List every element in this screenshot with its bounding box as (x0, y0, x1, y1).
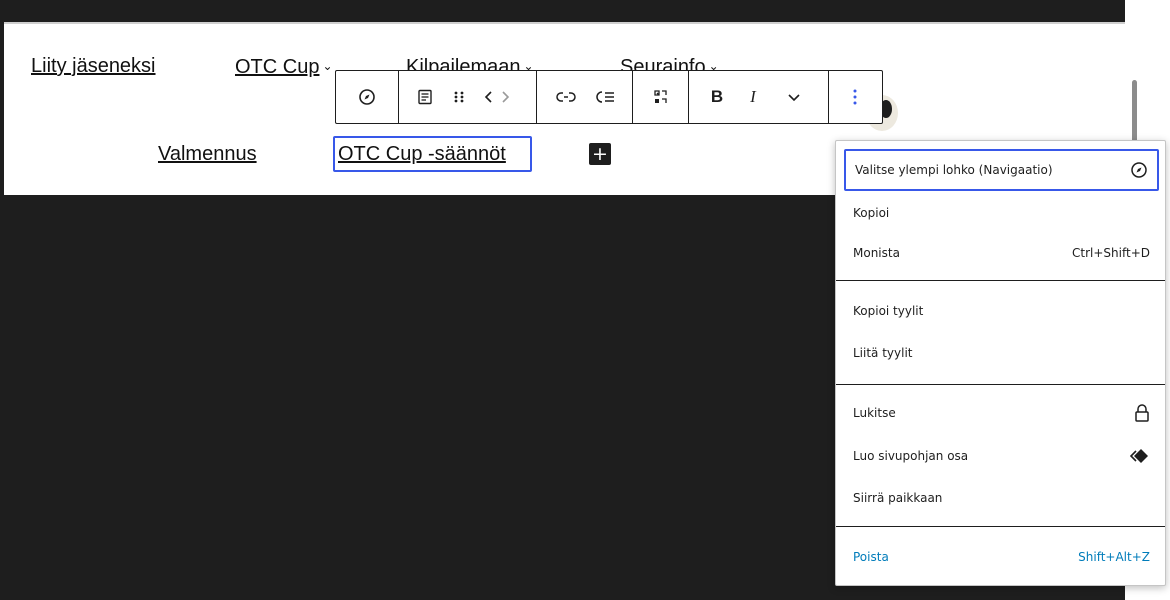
menu-item-copy-styles[interactable]: Kopioi tyylit (844, 291, 1159, 331)
bold-button[interactable]: B (703, 71, 731, 123)
toolbar-group-options (829, 71, 882, 123)
lock-icon (1135, 404, 1149, 422)
menu-item-create-template-part[interactable]: Luo sivupohjan osa (844, 436, 1159, 476)
move-arrows-icon (484, 91, 510, 103)
menu-item-paste-styles[interactable]: Liitä tyylit (844, 333, 1159, 373)
menu-item-shortcut: Shift+Alt+Z (1078, 550, 1150, 564)
move-buttons[interactable] (479, 71, 515, 123)
block-toolbar: B I (335, 70, 883, 124)
list-indent-icon (596, 91, 614, 103)
more-options-icon (853, 89, 857, 105)
toolbar-group-block (399, 71, 537, 123)
menu-item-select-parent[interactable]: Valitse ylempi lohko (Navigaatio) (844, 149, 1159, 191)
add-block-button[interactable]: + (589, 143, 611, 165)
menu-separator (836, 384, 1165, 385)
menu-item-label: Kopioi tyylit (853, 304, 924, 318)
menu-item-duplicate[interactable]: Monista Ctrl+Shift+D (844, 233, 1159, 273)
bold-icon: B (710, 87, 724, 106)
nav-link-otc-cup[interactable]: OTC Cup ⌄ (235, 54, 333, 79)
menu-item-label: Luo sivupohjan osa (853, 449, 969, 463)
plus-icon: + (592, 143, 608, 165)
toolbar-group-parent (336, 71, 399, 123)
menu-separator (836, 280, 1165, 281)
italic-button[interactable]: I (739, 71, 767, 123)
paragraph-icon (418, 89, 432, 105)
menu-item-lock[interactable]: Lukitse (844, 393, 1159, 433)
toolbar-group-submenu (633, 71, 689, 123)
block-options-menu: Valitse ylempi lohko (Navigaatio) Kopioi… (835, 140, 1166, 586)
chevron-down-icon (788, 94, 800, 102)
menu-item-label: Valitse ylempi lohko (Navigaatio) (855, 163, 1053, 177)
more-formatting-button[interactable] (779, 71, 809, 123)
toolbar-group-link (537, 71, 633, 123)
options-button[interactable] (839, 71, 871, 123)
chevron-down-icon: ⌄ (322, 59, 333, 73)
unlink-icon (556, 92, 576, 102)
compass-icon (1131, 162, 1147, 178)
menu-item-label: Liitä tyylit (853, 346, 913, 360)
nav-link-liity-jaseneksi[interactable]: Liity jäseneksi (31, 54, 156, 78)
menu-item-shortcut: Ctrl+Shift+D (1072, 246, 1150, 260)
menu-item-label: Siirrä paikkaan (853, 491, 943, 505)
toolbar-group-format: B I (689, 71, 829, 123)
select-parent-button[interactable] (351, 71, 383, 123)
menu-item-label: Lukitse (853, 406, 896, 420)
template-part-icon (1130, 449, 1148, 463)
submenu-button[interactable] (645, 71, 677, 123)
menu-item-label: Poista (853, 550, 889, 564)
menu-separator (836, 526, 1165, 527)
nav-link-valmennus[interactable]: Valmennus (158, 142, 257, 166)
block-type-button[interactable] (413, 71, 437, 123)
italic-icon: I (750, 87, 756, 106)
add-submenu-button[interactable] (591, 71, 621, 123)
menu-item-label: Monista (853, 246, 900, 260)
nav-link-otc-cup-saannot[interactable]: OTC Cup -säännöt (333, 136, 532, 172)
menu-item-delete[interactable]: Poista Shift+Alt+Z (844, 537, 1159, 577)
submenu-icon (654, 90, 667, 103)
drag-handle-icon (454, 91, 464, 103)
menu-item-move-to[interactable]: Siirrä paikkaan (844, 478, 1159, 518)
unlink-button[interactable] (551, 71, 581, 123)
menu-item-copy[interactable]: Kopioi (844, 193, 1159, 233)
compass-icon (359, 89, 375, 105)
drag-handle-button[interactable] (449, 71, 469, 123)
scrollbar[interactable] (1132, 80, 1137, 145)
menu-item-label: Kopioi (853, 206, 890, 220)
